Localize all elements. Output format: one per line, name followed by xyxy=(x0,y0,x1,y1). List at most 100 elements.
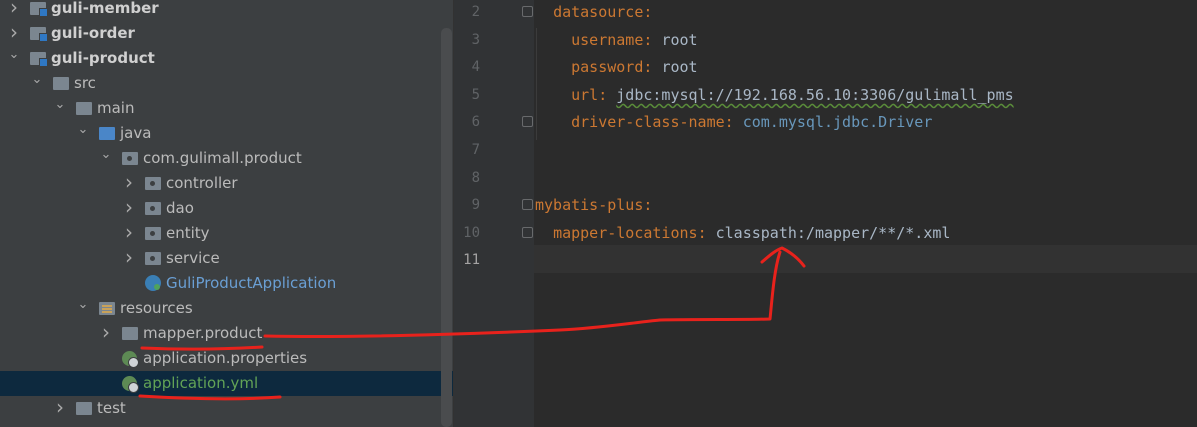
chevron-down-icon[interactable]: ⌄ xyxy=(31,71,43,96)
line-number-gutter: 2 3 4 5 6 7 8 9 10 11 xyxy=(454,0,534,427)
tree-item-main[interactable]: ⌄ main xyxy=(0,96,453,121)
tree-item-label: controller xyxy=(166,174,238,192)
tree-item-label: java xyxy=(120,124,152,142)
package-icon xyxy=(122,152,138,165)
yaml-key: mybatis-plus xyxy=(535,196,644,215)
tree-item-guli-product[interactable]: ⌄ guli-product xyxy=(0,46,453,71)
yaml-value: root xyxy=(661,58,698,77)
tree-item-label: src xyxy=(74,74,96,92)
tree-item-label: main xyxy=(97,99,135,117)
code-line[interactable]: datasource: xyxy=(535,0,652,26)
tree-item-label: GuliProductApplication xyxy=(166,274,337,292)
line-number: 4 xyxy=(471,59,480,76)
package-icon xyxy=(145,252,161,265)
code-line[interactable]: username: root xyxy=(535,26,698,54)
yaml-key: driver-class-name xyxy=(571,113,725,132)
code-line[interactable]: password: root xyxy=(535,53,698,81)
folder-icon xyxy=(76,102,92,115)
yaml-key: mapper-locations xyxy=(553,223,698,242)
tree-item-label: application.properties xyxy=(143,349,308,367)
tree-item-label: dao xyxy=(166,199,194,217)
package-icon xyxy=(145,177,161,190)
chevron-right-icon[interactable]: › xyxy=(8,21,20,46)
yaml-separator: : xyxy=(643,196,653,215)
yaml-separator: : xyxy=(643,3,653,21)
module-folder-icon xyxy=(30,27,48,42)
folder-icon xyxy=(53,77,69,90)
line-number: 11 xyxy=(463,252,480,269)
yaml-separator: : xyxy=(598,85,617,104)
line-number: 3 xyxy=(471,31,480,48)
chevron-down-icon[interactable]: ⌄ xyxy=(100,146,112,171)
project-tree-scrollbar[interactable] xyxy=(441,28,452,427)
yaml-key: password xyxy=(571,58,644,77)
fold-marker-icon[interactable] xyxy=(522,199,533,211)
fold-marker-icon[interactable] xyxy=(522,116,533,128)
chevron-right-icon[interactable]: › xyxy=(8,0,20,21)
code-line[interactable]: mapper-locations: classpath:/mapper/**/*… xyxy=(535,219,950,247)
yaml-value: jdbc:mysql://192.168.56.10:3306/gulimall… xyxy=(616,85,1014,104)
code-line[interactable]: mybatis-plus: xyxy=(535,191,652,219)
package-icon xyxy=(145,227,161,240)
tree-item-java[interactable]: ⌄ java xyxy=(0,121,453,146)
tree-item-com-gulimall-product[interactable]: ⌄ com.gulimall.product xyxy=(0,146,453,171)
chevron-right-icon[interactable]: › xyxy=(100,321,112,346)
chevron-down-icon[interactable]: ⌄ xyxy=(77,296,89,321)
tree-item-label: com.gulimall.product xyxy=(143,149,302,167)
chevron-right-icon[interactable]: › xyxy=(123,221,135,246)
tree-item-test[interactable]: › test xyxy=(0,396,453,421)
line-number: 7 xyxy=(471,142,480,158)
chevron-right-icon[interactable]: › xyxy=(123,196,135,221)
code-editor[interactable]: 2 3 4 5 6 7 8 9 10 11 datasource: username: root … xyxy=(454,0,1197,427)
source-folder-icon xyxy=(99,127,115,140)
tree-item-application-properties[interactable]: application.properties xyxy=(0,346,453,371)
fold-marker-icon[interactable] xyxy=(522,6,533,17)
tree-item-guli-order[interactable]: › guli-order xyxy=(0,21,453,46)
spring-config-icon xyxy=(122,351,139,368)
yaml-separator: : xyxy=(697,223,716,242)
tree-item-label: mapper.product xyxy=(143,324,263,342)
line-number: 9 xyxy=(471,197,480,214)
chevron-down-icon[interactable]: ⌄ xyxy=(54,96,66,121)
tree-item-guli-member[interactable]: › guli-member xyxy=(0,0,453,21)
tree-item-label: resources xyxy=(120,299,193,317)
tree-item-dao[interactable]: › dao xyxy=(0,196,453,221)
yaml-separator: : xyxy=(643,30,662,49)
tree-item-entity[interactable]: › entity xyxy=(0,221,453,246)
chevron-down-icon[interactable]: ⌄ xyxy=(77,121,89,146)
code-line[interactable]: driver-class-name: com.mysql.jdbc.Driver xyxy=(535,108,932,136)
yaml-key: url xyxy=(571,85,599,104)
line-number: 6 xyxy=(471,114,480,131)
module-folder-icon xyxy=(30,2,48,17)
tree-item-controller[interactable]: › controller xyxy=(0,171,453,196)
line-number: 5 xyxy=(471,86,480,103)
tree-item-service[interactable]: › service xyxy=(0,246,453,271)
chevron-right-icon[interactable]: › xyxy=(123,171,135,196)
yaml-separator: : xyxy=(724,113,743,132)
tree-item-application-yml[interactable]: application.yml xyxy=(0,371,453,396)
tree-item-mapper-product[interactable]: › mapper.product xyxy=(0,321,453,346)
folder-icon xyxy=(76,402,92,415)
tree-item-resources[interactable]: ⌄ resources xyxy=(0,296,453,321)
tree-item-label: service xyxy=(166,249,220,267)
folder-icon xyxy=(122,327,138,340)
tree-item-label: application.yml xyxy=(143,374,259,392)
current-line-highlight xyxy=(534,245,1197,273)
yaml-value: root xyxy=(661,30,698,49)
package-icon xyxy=(145,202,161,215)
tree-item-label: guli-member xyxy=(51,0,159,17)
code-line[interactable]: url: jdbc:mysql://192.168.56.10:3306/gul… xyxy=(535,81,1014,109)
line-number: 8 xyxy=(471,169,480,186)
tree-item-src[interactable]: ⌄ src xyxy=(0,71,453,96)
chevron-down-icon[interactable]: ⌄ xyxy=(8,46,20,71)
spring-config-icon xyxy=(122,376,139,393)
fold-marker-icon[interactable] xyxy=(522,226,533,238)
chevron-right-icon[interactable]: › xyxy=(54,396,66,421)
project-tree-panel[interactable]: › guli-member › guli-order ⌄ guli-product ⌄ src… xyxy=(0,0,453,427)
chevron-right-icon[interactable]: › xyxy=(123,246,135,271)
tree-item-label: test xyxy=(97,399,126,417)
tree-item-guliproductapplication[interactable]: GuliProductApplication xyxy=(0,271,453,296)
